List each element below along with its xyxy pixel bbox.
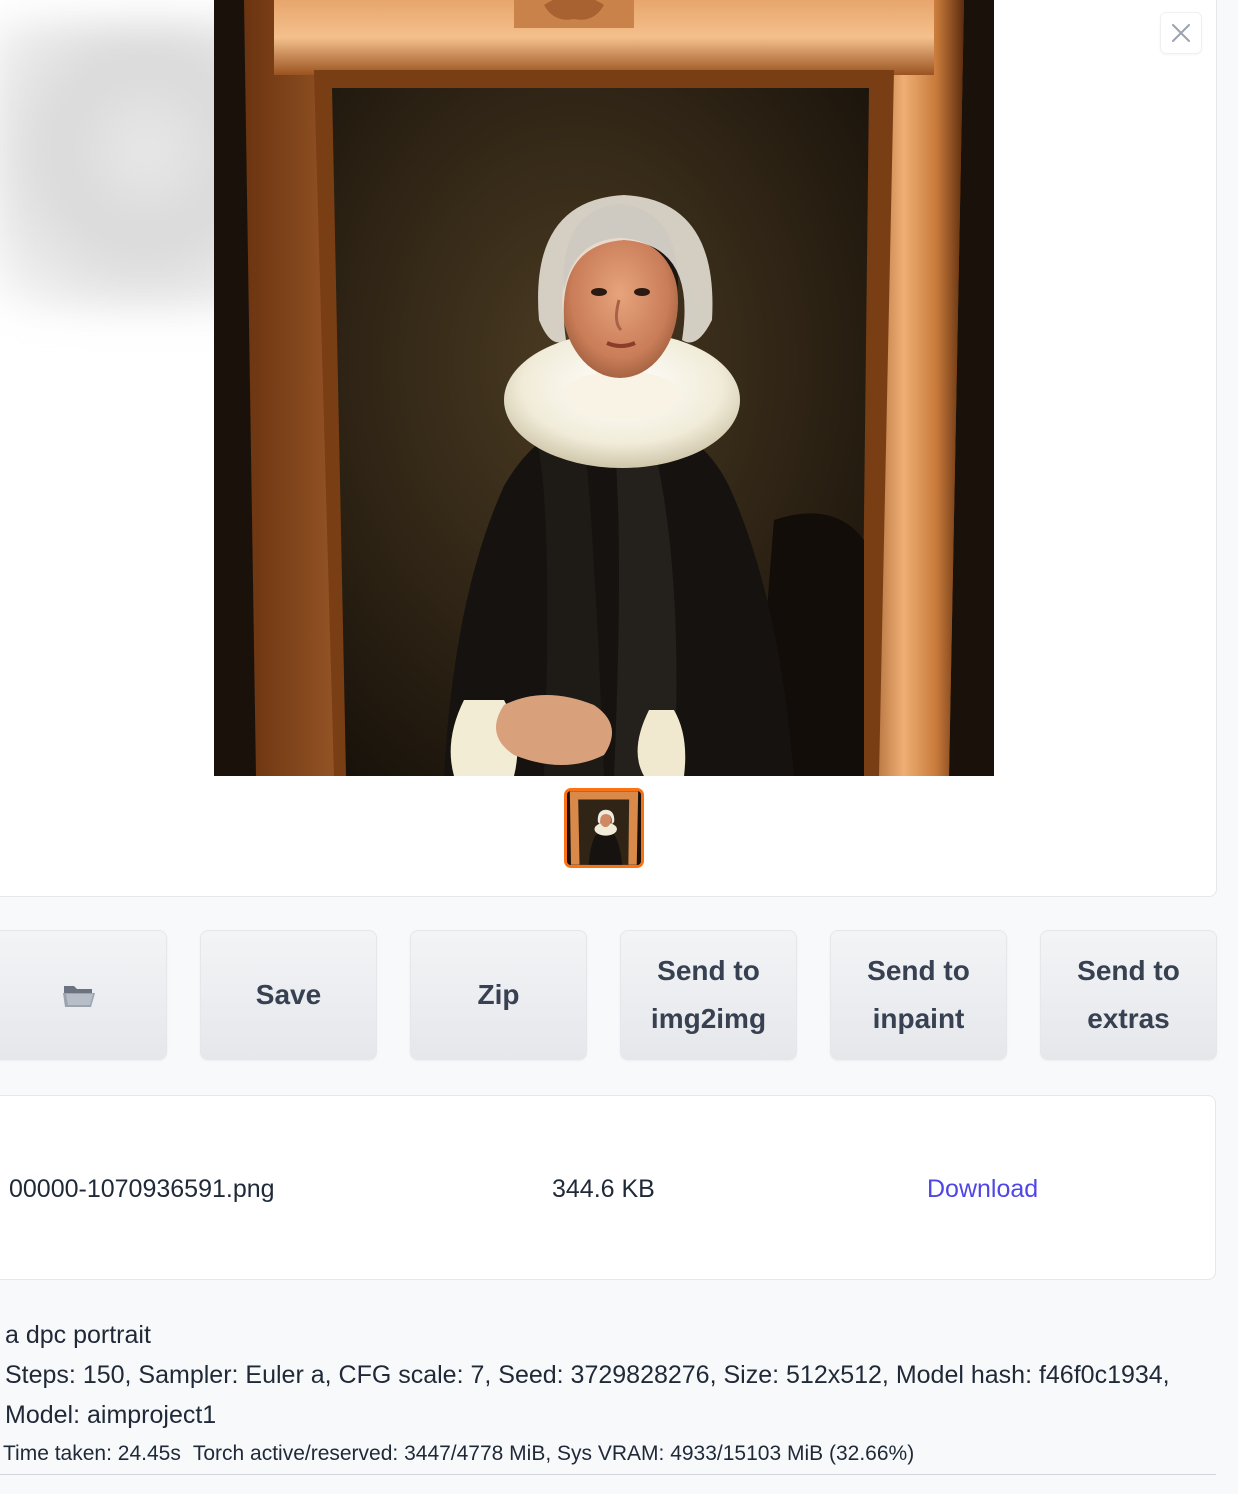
send-to-extras-label-line1: Send to <box>1077 955 1180 986</box>
file-size: 344.6 KB <box>552 1175 655 1203</box>
download-link[interactable]: Download <box>927 1174 1038 1204</box>
close-button[interactable] <box>1160 12 1202 54</box>
divider <box>0 1474 1216 1475</box>
send-to-extras-button[interactable]: Send to extras <box>1040 930 1217 1060</box>
generation-prompt: a dpc portrait <box>5 1321 151 1349</box>
memory-usage: Torch active/reserved: 3447/4778 MiB, Sy… <box>192 1442 915 1465</box>
save-button[interactable]: Save <box>200 930 377 1060</box>
send-to-img2img-button[interactable]: Send to img2img <box>620 930 797 1060</box>
open-folder-button[interactable] <box>0 930 167 1060</box>
gallery-panel <box>0 0 1217 897</box>
send-to-inpaint-button[interactable]: Send to inpaint <box>830 930 1007 1060</box>
send-to-img2img-label-line2: img2img <box>650 1003 767 1034</box>
generation-model: Model: aimproject1 <box>5 1401 217 1429</box>
time-taken: Time taken: 24.45s <box>3 1442 181 1465</box>
performance-stats: Time taken: 24.45s Torch active/reserved:… <box>3 1440 914 1468</box>
folder-icon <box>62 986 95 1007</box>
blurred-background <box>0 20 250 310</box>
generation-parameters: Steps: 150, Sampler: Euler a, CFG scale:… <box>5 1361 1170 1389</box>
gallery-thumbnail-selected[interactable] <box>564 788 644 868</box>
close-icon <box>1172 24 1190 42</box>
send-to-img2img-label-line1: Send to <box>657 955 760 986</box>
send-to-extras-label-line2: extras <box>1087 1003 1170 1034</box>
send-to-inpaint-label-line1: Send to <box>867 955 970 986</box>
send-to-extras-label: Send to extras <box>1077 947 1180 1043</box>
file-list: 00000-1070936591.png 344.6 KB Download <box>0 1095 1216 1280</box>
portrait-painting <box>214 0 994 776</box>
generated-image[interactable] <box>214 0 994 776</box>
send-to-img2img-label: Send to img2img <box>651 947 766 1043</box>
zip-button-label: Zip <box>477 979 520 1010</box>
send-to-inpaint-label-line2: inpaint <box>872 1003 965 1034</box>
file-name: 00000-1070936591.png <box>9 1175 275 1203</box>
thumbnail-image <box>567 791 641 865</box>
save-button-label: Save <box>255 979 322 1010</box>
zip-button[interactable]: Zip <box>410 930 587 1060</box>
send-to-inpaint-label: Send to inpaint <box>867 947 970 1043</box>
